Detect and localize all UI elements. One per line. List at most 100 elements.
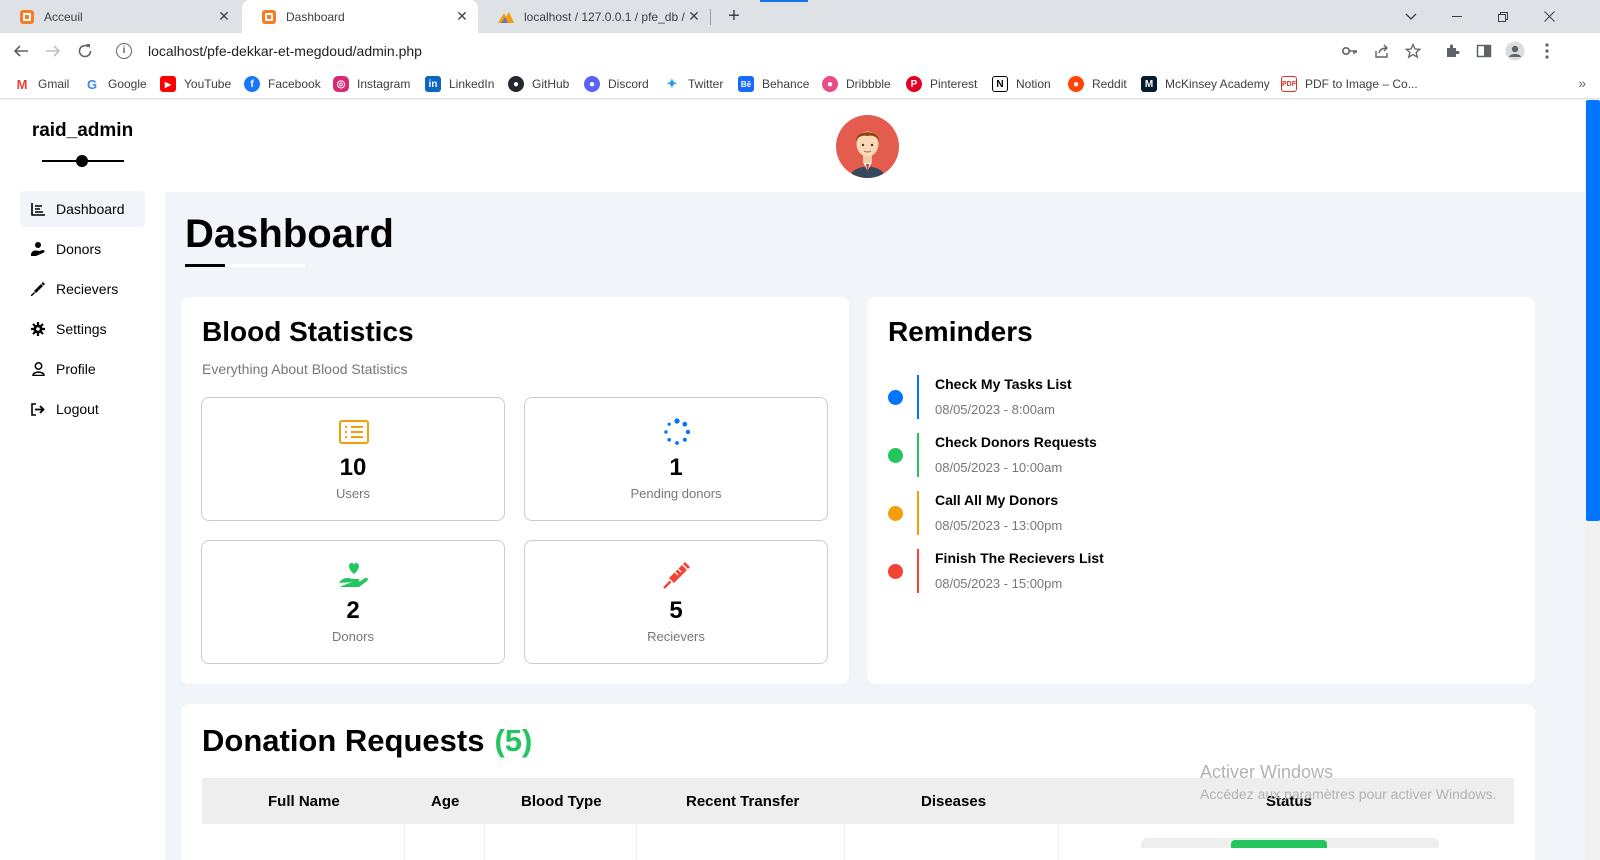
sidebar-item-profile[interactable]: Profile bbox=[20, 351, 145, 387]
bookmark-pinterest[interactable]: P Pinterest bbox=[906, 75, 977, 93]
reminder-dot bbox=[888, 390, 903, 405]
close-window-icon[interactable] bbox=[1526, 0, 1572, 33]
column-recent-transfer[interactable]: Recent Transfer bbox=[686, 793, 799, 810]
reminder-item[interactable]: Call All My Donors 08/05/2023 - 13:00pm bbox=[867, 491, 1507, 535]
dribbble-icon: ● bbox=[822, 76, 838, 92]
bookmark-label: Behance bbox=[762, 77, 810, 91]
sidebar-item-label: Settings bbox=[56, 321, 107, 337]
bookmark-linkedin[interactable]: in LinkedIn bbox=[425, 75, 494, 93]
reminder-bar bbox=[917, 491, 919, 535]
reminder-item[interactable]: Finish The Recievers List 08/05/2023 - 1… bbox=[867, 549, 1507, 593]
bookmark-label: Facebook bbox=[268, 77, 321, 91]
bookmark-label: Discord bbox=[608, 77, 649, 91]
sidebar-item-donors[interactable]: Donors bbox=[20, 231, 145, 267]
tab-search-icon[interactable] bbox=[1388, 0, 1434, 33]
sidebar-item-logout[interactable]: Logout bbox=[20, 391, 145, 427]
behance-icon: Bē bbox=[738, 76, 754, 92]
reminder-title: Finish The Recievers List bbox=[935, 550, 1104, 566]
page-content: raid_admin Dashboard Donors Recievers Se… bbox=[0, 100, 1600, 860]
tab-title: Acceuil bbox=[44, 9, 83, 24]
stat-card-pending-donors[interactable]: 1 Pending donors bbox=[524, 397, 828, 521]
column-blood-type[interactable]: Blood Type bbox=[521, 793, 602, 810]
tab-dashboard[interactable]: Dashboard ✕ bbox=[242, 0, 478, 33]
browser-toolbar: i localhost/pfe-dekkar-et-megdoud/admin.… bbox=[0, 33, 1600, 69]
stat-card-users[interactable]: 10 Users bbox=[201, 397, 505, 521]
reminder-title: Check Donors Requests bbox=[935, 434, 1097, 450]
stat-card-donors[interactable]: 2 Donors bbox=[201, 540, 505, 664]
tab-close-icon[interactable]: ✕ bbox=[454, 8, 470, 25]
chart-icon bbox=[30, 201, 46, 217]
bookmark-reddit[interactable]: ● Reddit bbox=[1068, 75, 1127, 93]
discord-icon: ● bbox=[584, 76, 600, 92]
sidebar-item-settings[interactable]: Settings bbox=[20, 311, 145, 347]
profile-icon[interactable] bbox=[1505, 41, 1525, 61]
gear-icon bbox=[30, 321, 46, 337]
reminder-bar bbox=[917, 549, 919, 593]
reminder-dot bbox=[888, 564, 903, 579]
side-panel-icon[interactable] bbox=[1474, 41, 1494, 61]
logout-icon bbox=[30, 401, 46, 417]
table-cell bbox=[845, 824, 1059, 860]
reminder-title: Call All My Donors bbox=[935, 492, 1059, 508]
restore-icon[interactable] bbox=[1480, 0, 1526, 33]
reminder-bar bbox=[917, 375, 919, 419]
sidebar-item-recievers[interactable]: Recievers bbox=[20, 271, 145, 307]
sidebar-item-label: Profile bbox=[56, 361, 96, 377]
back-icon[interactable] bbox=[10, 40, 32, 62]
bookmark-pdf-to-image[interactable]: PDF PDF to Image – Co... bbox=[1281, 75, 1418, 93]
user-icon bbox=[30, 361, 46, 377]
reminder-item[interactable]: Check My Tasks List 08/05/2023 - 8:00am bbox=[867, 375, 1507, 419]
bookmarks-more-button[interactable]: » bbox=[1578, 75, 1586, 91]
bookmark-label: Google bbox=[108, 77, 147, 91]
stat-card-recievers[interactable]: 5 Recievers bbox=[524, 540, 828, 664]
avatar[interactable] bbox=[836, 115, 899, 178]
site-info-icon[interactable]: i bbox=[116, 43, 132, 59]
bookmark-facebook[interactable]: f Facebook bbox=[244, 75, 321, 93]
tab-phpmyadmin[interactable]: localhost / 127.0.0.1 / pfe_db / u ✕ bbox=[478, 0, 710, 33]
browser-tab-strip: Acceuil ✕ Dashboard ✕ localhost / 127.0.… bbox=[0, 0, 1600, 33]
column-diseases[interactable]: Diseases bbox=[921, 793, 986, 810]
bookmark-instagram[interactable]: ◎ Instagram bbox=[333, 75, 410, 93]
bookmark-youtube[interactable]: ▶ YouTube bbox=[160, 75, 231, 93]
bookmark-label: McKinsey Academy bbox=[1165, 77, 1270, 91]
bookmark-behance[interactable]: Bē Behance bbox=[738, 75, 809, 93]
page-scrollbar-thumb[interactable] bbox=[1586, 100, 1600, 521]
bookmark-notion[interactable]: N Notion bbox=[992, 75, 1051, 93]
new-tab-button[interactable]: + bbox=[724, 6, 744, 26]
facebook-icon: f bbox=[244, 76, 260, 92]
bookmark-gmail[interactable]: M Gmail bbox=[14, 75, 69, 93]
bookmark-discord[interactable]: ● Discord bbox=[584, 75, 649, 93]
top-header bbox=[165, 100, 1585, 192]
bookmark-star-icon[interactable] bbox=[1403, 41, 1423, 61]
forward-icon[interactable] bbox=[42, 40, 64, 62]
bookmark-github[interactable]: ● GitHub bbox=[508, 75, 569, 93]
menu-dots-icon[interactable] bbox=[1537, 41, 1557, 61]
column-age[interactable]: Age bbox=[431, 793, 459, 810]
url-text[interactable]: localhost/pfe-dekkar-et-megdoud/admin.ph… bbox=[148, 43, 422, 59]
reload-icon[interactable] bbox=[74, 40, 96, 62]
table-cell bbox=[637, 824, 845, 860]
table-cell bbox=[485, 824, 637, 860]
stat-label: Recievers bbox=[647, 629, 705, 644]
reminder-time: 08/05/2023 - 13:00pm bbox=[935, 518, 1063, 533]
extensions-icon[interactable] bbox=[1442, 41, 1462, 61]
tab-acceuil[interactable]: Acceuil ✕ bbox=[0, 0, 240, 33]
sidebar-item-dashboard[interactable]: Dashboard bbox=[20, 191, 145, 227]
tab-close-icon[interactable]: ✕ bbox=[216, 8, 232, 25]
address-bar[interactable]: i localhost/pfe-dekkar-et-megdoud/admin.… bbox=[104, 37, 1434, 65]
bookmark-dribbble[interactable]: ● Dribbble bbox=[822, 75, 891, 93]
brand-title: raid_admin bbox=[31, 120, 134, 141]
tab-close-icon[interactable]: ✕ bbox=[686, 8, 702, 25]
watermark-line-1: Activer Windows bbox=[1200, 762, 1334, 782]
bookmark-google[interactable]: G Google bbox=[84, 75, 147, 93]
notion-icon: N bbox=[992, 76, 1008, 92]
share-icon[interactable] bbox=[1372, 41, 1392, 61]
reminder-title: Check My Tasks List bbox=[935, 376, 1072, 392]
key-icon[interactable] bbox=[1340, 41, 1360, 61]
reminder-item[interactable]: Check Donors Requests 08/05/2023 - 10:00… bbox=[867, 433, 1507, 477]
column-full-name[interactable]: Full Name bbox=[268, 793, 340, 810]
bookmark-mckinsey[interactable]: M McKinsey Academy bbox=[1141, 75, 1270, 93]
bookmark-twitter[interactable]: ✦ Twitter bbox=[664, 75, 723, 93]
minimize-icon[interactable] bbox=[1434, 0, 1480, 33]
bookmark-label: GitHub bbox=[532, 77, 570, 91]
